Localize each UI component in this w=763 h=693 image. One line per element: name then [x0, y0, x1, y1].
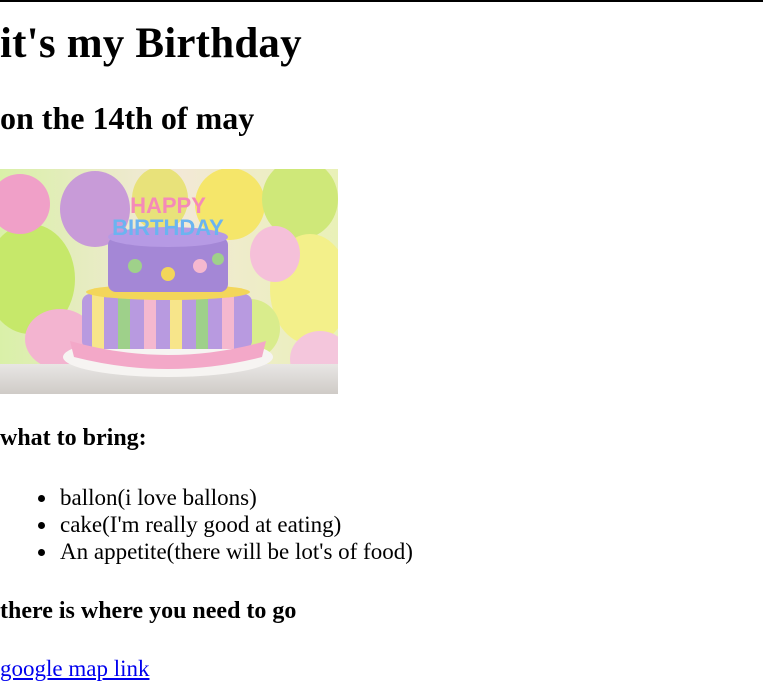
page-subtitle: on the 14th of may — [0, 100, 255, 136]
list-item: An appetite(there will be lot's of food) — [38, 538, 763, 565]
page-content: it's my Birthday on the 14th of may HAPP… — [0, 2, 763, 681]
bullet-icon — [38, 495, 45, 502]
list-item-text: cake(I'm really good at eating) — [60, 512, 342, 537]
bring-heading: what to bring: — [0, 425, 147, 451]
google-map-link[interactable]: google map link — [0, 657, 149, 680]
list-item: ballon(i love ballons) — [38, 484, 763, 511]
birthday-cake-image: HAPPY BIRTHDAY — [0, 169, 338, 394]
directions-heading: there is where you need to go — [0, 598, 297, 624]
cake-topper-birthday: BIRTHDAY — [112, 215, 224, 240]
list-item-text: ballon(i love ballons) — [60, 485, 257, 510]
list-item: cake(I'm really good at eating) — [38, 511, 763, 538]
bullet-icon — [38, 522, 45, 529]
page-title: it's my Birthday — [0, 20, 302, 67]
list-item-text: An appetite(there will be lot's of food) — [60, 539, 413, 564]
bullet-icon — [38, 549, 45, 556]
bring-list: ballon(i love ballons) cake(I'm really g… — [0, 484, 763, 565]
